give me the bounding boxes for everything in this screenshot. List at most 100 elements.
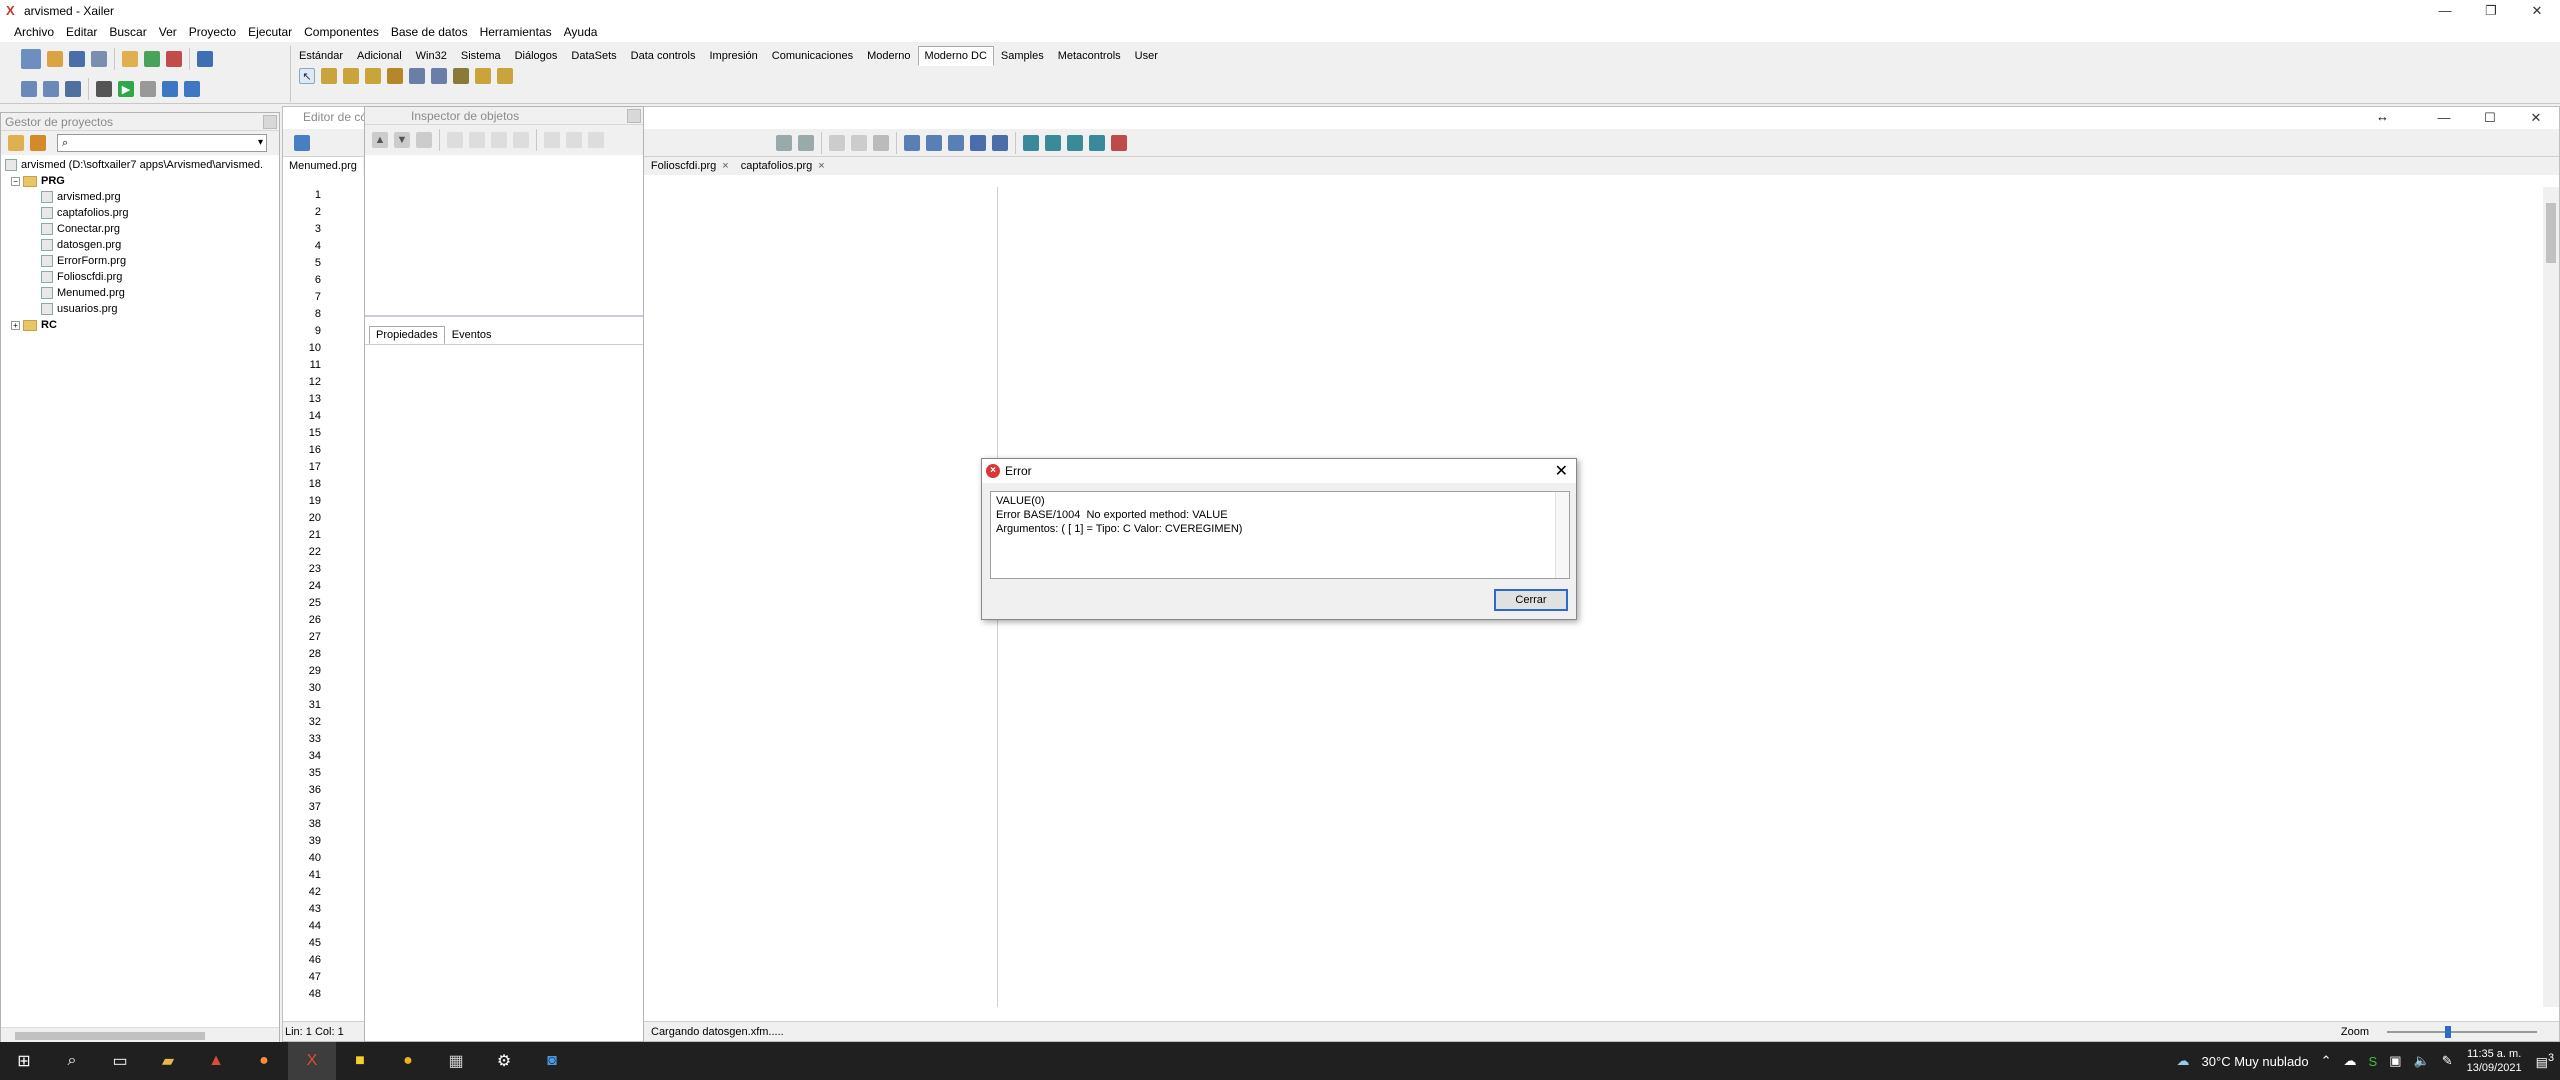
file-item[interactable]: captafolios.prg [5, 205, 275, 221]
folder-rc[interactable]: + RC [5, 317, 275, 333]
tab-samples[interactable]: Samples [994, 46, 1051, 66]
component-5-icon[interactable] [409, 68, 425, 84]
expand-icon[interactable]: + [11, 320, 20, 330]
component-8-icon[interactable] [475, 68, 491, 84]
step-into-icon[interactable] [162, 81, 178, 97]
copy-icon[interactable] [851, 134, 867, 151]
file-item[interactable]: usuarios.prg [5, 301, 275, 317]
delete-icon[interactable] [513, 132, 529, 148]
move-down-icon[interactable]: ▼ [394, 132, 410, 148]
tab-eventos[interactable]: Eventos [445, 326, 499, 344]
xailer-taskbar-icon[interactable]: X [288, 1042, 336, 1080]
add-file-icon[interactable] [144, 51, 160, 67]
restore-button[interactable]: ❐ [2468, 0, 2514, 22]
align-icon[interactable] [588, 132, 604, 148]
component-4-icon[interactable] [387, 68, 403, 84]
paste-icon[interactable] [491, 132, 507, 148]
tab-propiedades[interactable]: Propiedades [369, 326, 445, 344]
notifications-icon[interactable]: ▤3 [2530, 1052, 2560, 1070]
project-options-icon[interactable] [197, 51, 213, 67]
stop-icon[interactable] [140, 81, 156, 97]
lock-icon[interactable] [566, 132, 582, 148]
find-icon[interactable] [926, 134, 942, 151]
build-icon[interactable] [96, 81, 112, 97]
tab-captafolios[interactable]: captafolios.prg × [735, 157, 831, 175]
file-item[interactable]: Folioscfdi.prg [5, 269, 275, 285]
scrollbar-thumb[interactable] [2546, 203, 2556, 263]
menu-componentes[interactable]: Componentes [298, 25, 385, 39]
firefox-icon[interactable]: ● [240, 1042, 288, 1080]
tab-dialogos[interactable]: Diálogos [508, 46, 565, 66]
zoom-slider[interactable] [2387, 1031, 2537, 1033]
format-icon[interactable] [970, 134, 986, 151]
message-vscrollbar[interactable] [1555, 492, 1569, 578]
save-all-icon[interactable] [91, 51, 107, 67]
acrobat-icon[interactable]: ▲ [192, 1042, 240, 1080]
minimize-button[interactable]: — [2422, 0, 2468, 22]
file-item[interactable]: Conectar.prg [5, 221, 275, 237]
tab-moderno-dc[interactable]: Moderno DC [917, 46, 994, 66]
calculator-icon[interactable]: ▦ [432, 1042, 480, 1080]
remove-file-icon[interactable] [166, 51, 182, 67]
step-over-icon[interactable] [184, 81, 200, 97]
tab-data-controls[interactable]: Data controls [624, 46, 703, 66]
cut-icon[interactable] [829, 134, 845, 151]
sticky-notes-icon[interactable]: ■ [336, 1042, 384, 1080]
editor-minimize-button[interactable]: — [2421, 107, 2467, 129]
volume-icon[interactable]: 🔈 [2408, 1053, 2436, 1069]
export-icon[interactable] [122, 51, 138, 67]
network-icon[interactable]: ▣ [2383, 1053, 2407, 1069]
inspector-object-tree[interactable] [365, 155, 643, 317]
project-search-input[interactable]: ⌕ [57, 134, 267, 152]
sort-icon[interactable] [294, 134, 310, 151]
task-view-icon[interactable]: ▭ [96, 1042, 144, 1080]
tab-close-icon[interactable]: × [818, 160, 824, 172]
onedrive-icon[interactable]: ☁ [2338, 1053, 2363, 1069]
pen-icon[interactable]: ✎ [2436, 1053, 2459, 1069]
form-icon[interactable] [21, 81, 37, 97]
debug-1-icon[interactable] [1023, 134, 1039, 151]
menu-editar[interactable]: Editar [60, 25, 103, 39]
replace-icon[interactable] [948, 134, 964, 151]
redo-icon[interactable] [798, 134, 814, 151]
tab-comunicaciones[interactable]: Comunicaciones [765, 46, 860, 66]
component-1-icon[interactable] [321, 68, 337, 84]
tab-win32[interactable]: Win32 [409, 46, 454, 66]
component-7-icon[interactable] [453, 68, 469, 84]
component-9-icon[interactable] [497, 68, 513, 84]
file-item[interactable]: datosgen.prg [5, 237, 275, 253]
run-icon[interactable]: ▶ [118, 81, 134, 97]
move-up-icon[interactable]: ▲ [372, 132, 388, 148]
debug-5-icon[interactable] [1111, 134, 1127, 151]
save-icon[interactable] [69, 51, 85, 67]
menu-ayuda[interactable]: Ayuda [558, 25, 604, 39]
open-folder-icon[interactable] [47, 51, 63, 67]
project-root[interactable]: arvismed (D:\softxailer7 apps\Arvismed\a… [5, 157, 275, 173]
tab-close-icon[interactable]: × [722, 160, 728, 172]
new-folder-icon[interactable] [30, 135, 46, 151]
cerrar-button[interactable]: Cerrar [1494, 589, 1568, 611]
debug-4-icon[interactable] [1089, 134, 1105, 151]
tab-sistema[interactable]: Sistema [454, 46, 508, 66]
pointer-icon[interactable]: ↖ [299, 68, 315, 84]
panel-close-icon[interactable] [627, 109, 641, 123]
tab-user[interactable]: User [1128, 46, 1165, 66]
dialog-close-button[interactable]: ✕ [1555, 461, 1568, 481]
panel-close-icon[interactable] [263, 115, 277, 129]
menu-ejecutar[interactable]: Ejecutar [242, 25, 298, 39]
file-item[interactable]: ErrorForm.prg [5, 253, 275, 269]
editor-close-button[interactable]: ✕ [2513, 107, 2559, 129]
undo-icon[interactable] [776, 134, 792, 151]
file-item[interactable]: arvismed.prg [5, 189, 275, 205]
tab-adicional[interactable]: Adicional [350, 46, 409, 66]
menu-herramientas[interactable]: Herramientas [474, 25, 558, 39]
close-button[interactable]: ✕ [2514, 0, 2560, 22]
app-icon[interactable]: ◙ [528, 1042, 576, 1080]
tab-estandar[interactable]: Estándar [292, 46, 350, 66]
menu-proyecto[interactable]: Proyecto [183, 25, 242, 39]
tray-app-icon[interactable]: S [2363, 1054, 2384, 1069]
search-icon[interactable]: ⌕ [48, 1042, 96, 1080]
component-2-icon[interactable] [343, 68, 359, 84]
tab-metacontrols[interactable]: Metacontrols [1051, 46, 1128, 66]
menu-archivo[interactable]: Archivo [8, 25, 60, 39]
